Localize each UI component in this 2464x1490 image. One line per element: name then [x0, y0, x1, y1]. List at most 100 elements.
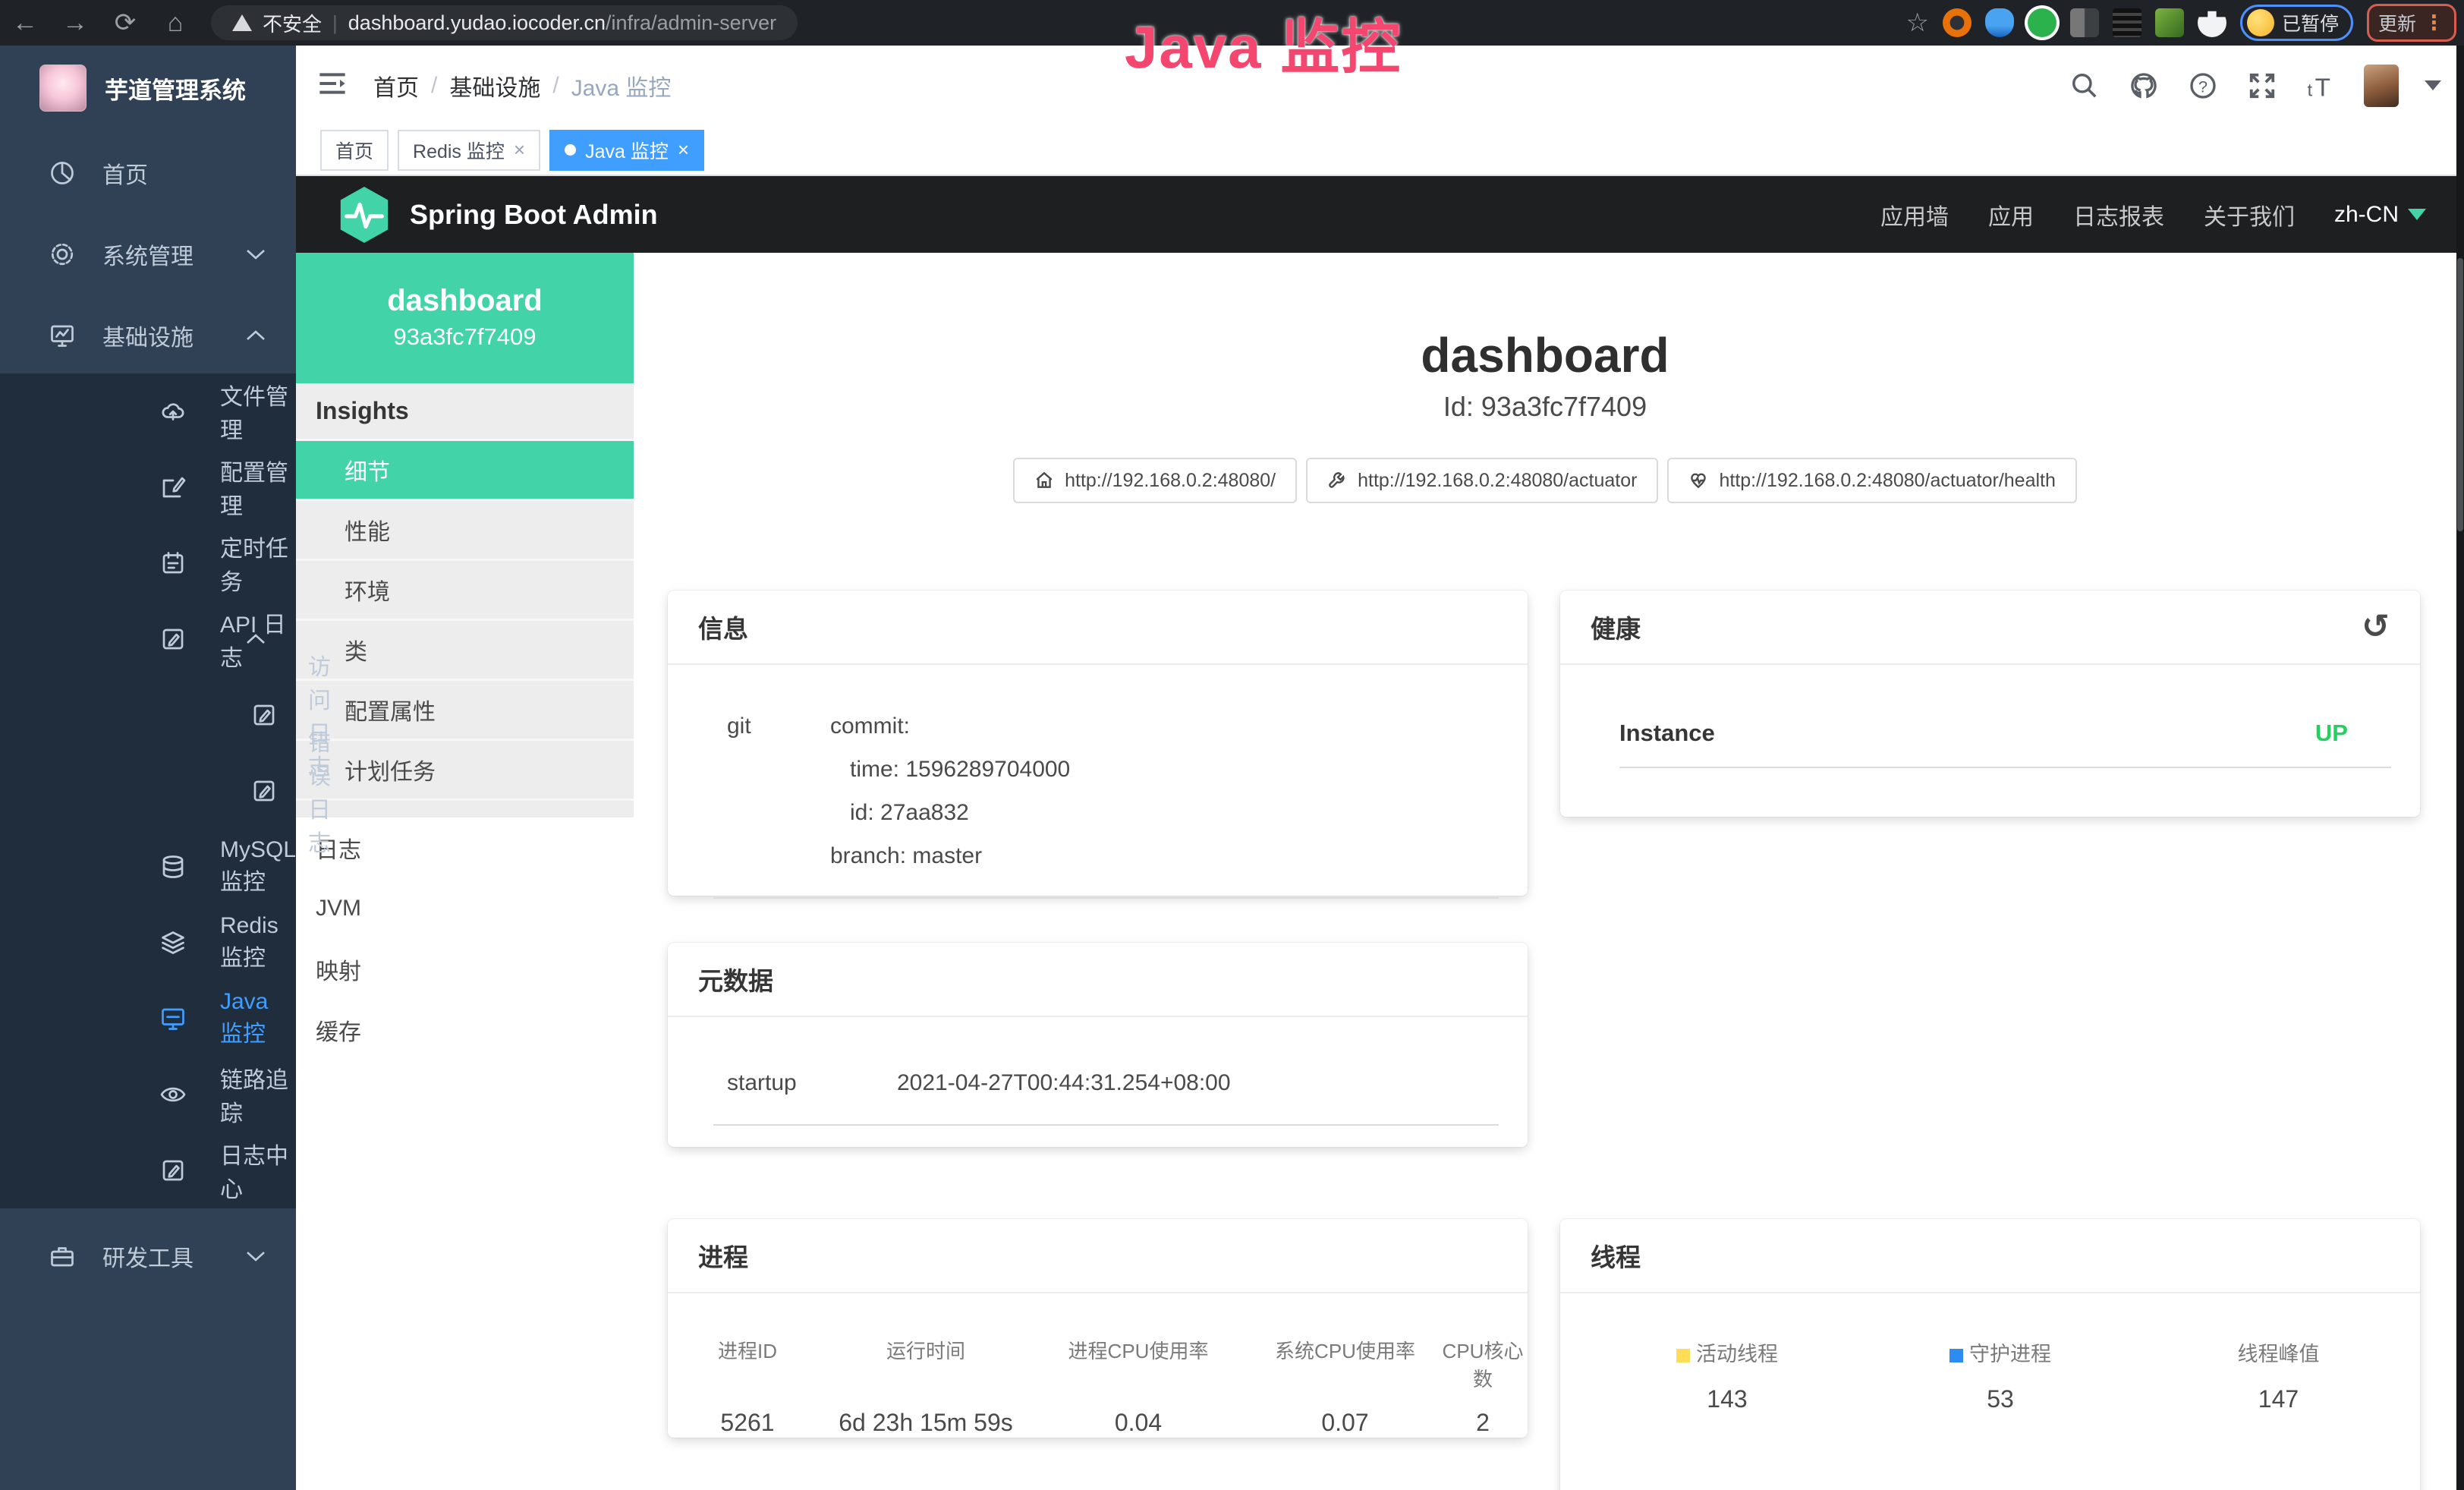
sba-item-scheduled-tasks[interactable]: 计划任务: [296, 741, 634, 801]
sidebar-item-file-management[interactable]: 文件管理: [0, 373, 296, 449]
home-icon[interactable]: ⌂: [150, 8, 200, 38]
puzzle-extensions-icon[interactable]: [2198, 8, 2226, 37]
user-avatar[interactable]: [2364, 65, 2399, 107]
row-divider: [1619, 767, 2391, 768]
sidebar-item-label: 系统管理: [102, 238, 194, 271]
service-url-chip[interactable]: http://192.168.0.2:48080/: [1013, 458, 1297, 503]
sba-item-metrics[interactable]: 性能: [296, 501, 634, 561]
tab-label: Redis 监控: [413, 137, 505, 164]
sba-item-mappings[interactable]: 映射: [296, 939, 634, 1000]
sidebar-item-config-management[interactable]: 配置管理: [0, 449, 296, 525]
sba-item-config-props[interactable]: 配置属性: [296, 681, 634, 741]
gear-icon: [49, 241, 76, 268]
sba-nav-wallboard[interactable]: 应用墙: [1880, 198, 1949, 232]
database-icon: [159, 853, 187, 880]
page-title: dashboard: [634, 327, 2456, 383]
instance-name: dashboard: [296, 282, 634, 320]
col-uptime: 运行时间: [827, 1336, 1024, 1392]
sba-nav-applications[interactable]: 应用: [1988, 198, 2034, 232]
sba-nav-about[interactable]: 关于我们: [2204, 198, 2295, 232]
sba-item-jvm[interactable]: JVM: [296, 878, 634, 939]
val-cpu-cores: 2: [1438, 1409, 1528, 1437]
legend-peak: 线程峰值: [2137, 1337, 2420, 1367]
hamburger-icon[interactable]: [317, 71, 348, 100]
sidebar-item-log-center[interactable]: 日志中心: [0, 1132, 296, 1208]
dashboard-icon: [49, 159, 76, 187]
sidebar-item-mysql-monitor[interactable]: MySQL 监控: [0, 829, 296, 905]
tab-label: 首页: [335, 137, 373, 164]
font-size-icon[interactable]: tT: [2305, 69, 2338, 102]
sba-language-select[interactable]: zh-CN: [2334, 202, 2426, 228]
on-extension-icon[interactable]: [2113, 8, 2141, 37]
update-button[interactable]: 更新 ⋮: [2367, 4, 2456, 42]
bookmark-star-icon[interactable]: ☆: [1905, 8, 1928, 38]
sba-brand[interactable]: Spring Boot Admin: [337, 185, 658, 244]
info-value: commit: time: 1596289704000 id: 27aa832 …: [830, 704, 1070, 877]
card-title: 信息: [698, 609, 748, 645]
process-table-header: 进程ID 运行时间 进程CPU使用率 系统CPU使用率 CPU核心数: [668, 1336, 1528, 1392]
sba-item-logs[interactable]: 日志: [296, 817, 634, 878]
col-cpu-cores: CPU核心数: [1438, 1336, 1528, 1392]
sba-item-caches[interactable]: 缓存: [296, 1000, 634, 1060]
sidebar-item-dev-tools[interactable]: 研发工具: [0, 1218, 296, 1294]
reload-icon[interactable]: ⟳: [100, 8, 150, 38]
extension-icon[interactable]: [1943, 8, 1972, 37]
url-path: /infra/admin-server: [606, 11, 776, 34]
github-icon[interactable]: [2127, 69, 2160, 102]
val-uptime: 6d 23h 15m 59s: [827, 1409, 1024, 1437]
address-bar[interactable]: 不安全 | dashboard.yudao.iocoder.cn/infra/a…: [211, 5, 798, 40]
forward-icon[interactable]: →: [50, 8, 100, 38]
home-icon: [1034, 471, 1054, 490]
sidebar-item-tracing[interactable]: 链路追踪: [0, 1057, 296, 1132]
history-icon[interactable]: ↺: [2362, 610, 2390, 644]
tab-redis-monitor[interactable]: Redis 监控 ×: [398, 130, 540, 171]
user-menu-caret-icon[interactable]: [2425, 80, 2441, 90]
card-title: 线程: [1591, 1237, 1641, 1274]
breadcrumb-infra[interactable]: 基础设施: [449, 69, 540, 102]
actuator-url-chip[interactable]: http://192.168.0.2:48080/actuator: [1306, 458, 1658, 503]
sba-item-classes[interactable]: 类: [296, 621, 634, 681]
legend-label: 守护进程: [1969, 1343, 2051, 1366]
tab-home[interactable]: 首页: [320, 130, 389, 171]
tab-close-icon[interactable]: ×: [514, 138, 525, 162]
browser-menu-icon[interactable]: ⋮: [2424, 11, 2445, 35]
breadcrumb-home[interactable]: 首页: [373, 69, 419, 102]
leaf-extension-icon[interactable]: [2155, 8, 2184, 37]
sba-item-details[interactable]: 细节: [296, 441, 634, 501]
timer-icon: [159, 550, 187, 577]
tab-close-icon[interactable]: ×: [678, 138, 689, 162]
sidebar-item-label: 首页: [102, 156, 148, 190]
instance-header: dashboard 93a3fc7f7409: [296, 253, 634, 383]
sidebar-item-label: 错误日志: [308, 724, 331, 858]
sidebar-item-java-monitor[interactable]: Java 监控: [0, 981, 296, 1057]
chevron-up-icon: [246, 329, 266, 342]
sba-nav-journal[interactable]: 日志报表: [2073, 198, 2164, 232]
sidebar-item-infrastructure[interactable]: 基础设施: [0, 298, 296, 373]
health-url-chip[interactable]: http://192.168.0.2:48080/actuator/health: [1667, 458, 2076, 503]
sba-item-environment[interactable]: 环境: [296, 561, 634, 621]
pin-extension-icon[interactable]: [1985, 8, 2014, 37]
scrollbar-thumb[interactable]: [2457, 258, 2463, 531]
url-host: dashboard.yudao.iocoder.cn: [348, 11, 606, 34]
sidebar-item-system[interactable]: 系统管理: [0, 216, 296, 292]
tab-java-monitor[interactable]: Java 监控×: [549, 130, 704, 171]
back-icon[interactable]: ←: [0, 8, 50, 38]
paused-badge[interactable]: 已暂停: [2240, 5, 2353, 41]
grid-extension-icon[interactable]: [2070, 8, 2099, 37]
help-icon[interactable]: ?: [2186, 69, 2220, 102]
fullscreen-icon[interactable]: [2245, 69, 2279, 102]
info-git-row: git commit: time: 1596289704000 id: 27aa…: [668, 665, 1528, 877]
search-icon[interactable]: [2068, 69, 2101, 102]
infrastructure-submenu: 文件管理 配置管理 定时任务 API 日志 访问日志 错误日志: [0, 373, 296, 1208]
sidebar-item-error-logs[interactable]: 错误日志: [0, 753, 296, 829]
app-logo: [39, 65, 87, 112]
sidebar-item-api-logs[interactable]: API 日志: [0, 601, 296, 677]
sidebar-item-home[interactable]: 首页: [0, 135, 296, 211]
log-edit-icon: [250, 777, 278, 805]
sidebar-item-redis-monitor[interactable]: Redis 监控: [0, 905, 296, 981]
sidebar-item-access-logs[interactable]: 访问日志: [0, 677, 296, 753]
y-extension-icon[interactable]: [2028, 8, 2056, 37]
sidebar-item-scheduled-jobs[interactable]: 定时任务: [0, 525, 296, 601]
paused-label: 已暂停: [2282, 9, 2339, 36]
page-scrollbar[interactable]: [2456, 46, 2464, 1490]
